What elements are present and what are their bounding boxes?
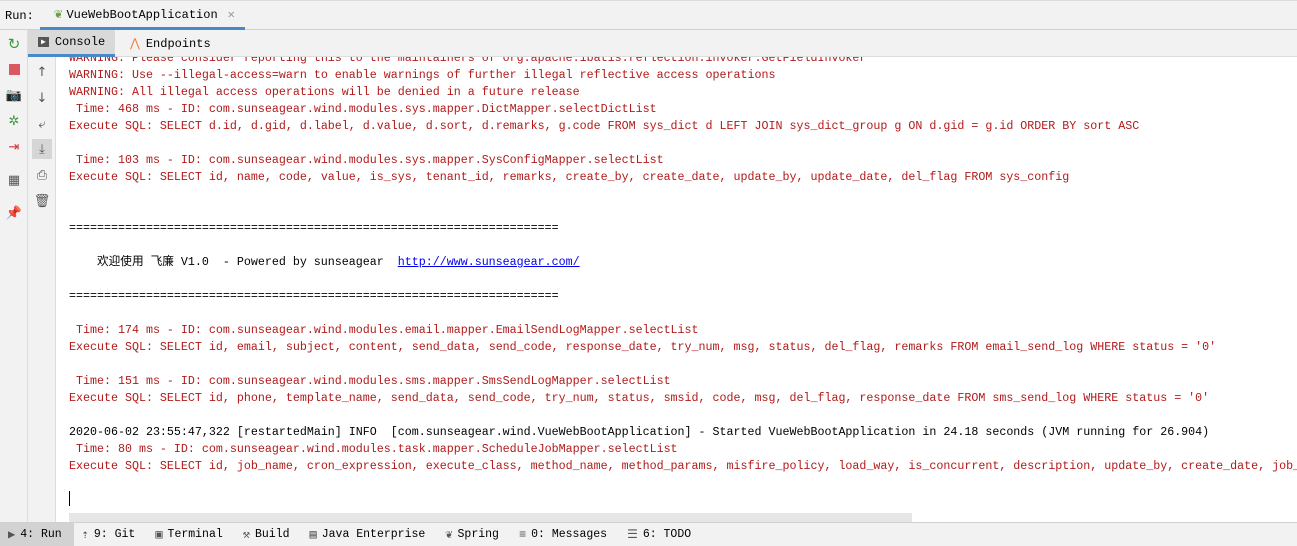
bottom-tab-terminal[interactable]: ▣ Terminal (147, 523, 234, 546)
console-line-text: ========================================… (69, 289, 559, 303)
console-line: Execute SQL: SELECT id, phone, template_… (69, 390, 1209, 407)
console-toolbar: ↑ ↓ ⤶ ⤓ ⎙ 🗑 (28, 57, 56, 522)
bottom-tab-label: 0: Messages (531, 528, 608, 541)
bottom-tab-messages[interactable]: ≡ 0: Messages (511, 523, 619, 546)
console-line-text: Time: 174 ms - ID: com.sunseagear.wind.m… (69, 323, 699, 337)
spring-leaf-icon: ❦ (445, 528, 453, 542)
console-line-text: WARNING: Please consider reporting this … (69, 57, 867, 65)
bottom-tab-spring[interactable]: ❦ Spring (437, 523, 511, 546)
text-cursor (69, 491, 70, 506)
layout-icon[interactable]: ▦ (4, 170, 24, 190)
console-line-text: Execute SQL: SELECT id, name, code, valu… (69, 170, 1070, 184)
exit-icon[interactable]: ⇥ (4, 137, 24, 157)
bottom-tab-todo[interactable]: ☰ 6: TODO (619, 523, 703, 546)
console-output[interactable]: WARNING: Please consider reporting this … (56, 57, 1297, 522)
pin-icon[interactable]: 📌 (4, 203, 24, 223)
bottom-tab-label: 9: Git (93, 528, 136, 541)
bottom-tab-label: 6: TODO (642, 528, 692, 541)
bottom-tab-label: Terminal (167, 528, 223, 541)
console-line-text: Execute SQL: SELECT id, email, subject, … (69, 340, 1217, 354)
console-line-text: WARNING: All illegal access operations w… (69, 85, 580, 99)
console-line: 欢迎使用 飞廉 V1.0 - Powered by sunseagear htt… (69, 254, 580, 271)
console-line: WARNING: All illegal access operations w… (69, 84, 580, 101)
trash-icon[interactable]: 🗑 (32, 191, 52, 211)
console-line: Execute SQL: SELECT d.id, d.gid, d.label… (69, 118, 1139, 135)
hammer-icon: ⚒ (242, 528, 250, 542)
spring-boot-icon: ❦ (54, 7, 63, 23)
todo-icon: ☰ (627, 528, 638, 542)
messages-icon: ≡ (518, 527, 527, 542)
bottom-tab-label: Spring (457, 528, 499, 541)
tab-console-label: Console (54, 35, 106, 49)
tab-console[interactable]: ▶ Console (28, 30, 116, 57)
debug-icon[interactable]: ✲ (4, 111, 24, 131)
console-line-text: Execute SQL: SELECT id, job_name, cron_e… (69, 459, 1297, 473)
down-arrow-icon[interactable]: ↓ (32, 88, 52, 108)
git-icon: ⇡ (81, 528, 89, 542)
up-arrow-icon[interactable]: ↑ (32, 62, 52, 82)
console-link[interactable]: http://www.sunseagear.com/ (398, 255, 580, 269)
console-line-text: WARNING: Use --illegal-access=warn to en… (69, 68, 776, 82)
horizontal-scrollbar[interactable] (69, 513, 912, 522)
scroll-to-end-icon[interactable]: ⤓ (32, 139, 52, 159)
terminal-icon: ▣ (155, 528, 163, 542)
console-line: Time: 103 ms - ID: com.sunseagear.wind.m… (69, 152, 664, 169)
rerun-icon[interactable]: ↻ (4, 34, 24, 54)
console-line-text: 欢迎使用 飞廉 V1.0 - Powered by sunseagear (69, 255, 398, 269)
console-line: WARNING: Please consider reporting this … (69, 57, 866, 67)
bottom-tab-build[interactable]: ⚒ Build (235, 523, 302, 546)
bottom-tab-label: Java Enterprise (321, 528, 426, 541)
soft-wrap-icon[interactable]: ⤶ (32, 114, 52, 134)
console-line-text: Time: 151 ms - ID: com.sunseagear.wind.m… (69, 374, 671, 388)
bottom-tab-java-enterprise[interactable]: ▤ Java Enterprise (302, 523, 438, 546)
console-line-text: ========================================… (69, 221, 559, 235)
console-line: ========================================… (69, 220, 559, 237)
run-tool-header: Run: ❦ VueWebBootApplication ✕ (0, 0, 1297, 30)
endpoints-icon: ⋀ (130, 37, 140, 51)
console-tabs: ▶ Console ⋀ Endpoints (28, 30, 1297, 57)
bottom-tab-label: 4: Run (20, 528, 62, 541)
console-line-text: 2020-06-02 23:55:47,322 [restartedMain] … (69, 425, 1210, 439)
console-line: 2020-06-02 23:55:47,322 [restartedMain] … (69, 424, 1209, 441)
run-toolbar: ↻ 📷 ✲ ⇥ ▦ 📌 (0, 30, 28, 522)
camera-icon[interactable]: 📷 (4, 85, 24, 105)
console-line-text: Execute SQL: SELECT d.id, d.gid, d.label… (69, 119, 1140, 133)
console-line-text: Execute SQL: SELECT id, phone, template_… (69, 391, 1210, 405)
console-line-text: Time: 103 ms - ID: com.sunseagear.wind.m… (69, 153, 664, 167)
console-line: ========================================… (69, 288, 559, 305)
print-icon[interactable]: ⎙ (32, 165, 52, 185)
console-icon: ▶ (38, 37, 49, 47)
console-line: Time: 151 ms - ID: com.sunseagear.wind.m… (69, 373, 671, 390)
console-line: Time: 174 ms - ID: com.sunseagear.wind.m… (69, 322, 699, 339)
console-line: Execute SQL: SELECT id, job_name, cron_e… (69, 458, 1297, 475)
run-icon: ▶ (8, 528, 16, 542)
console-line: WARNING: Use --illegal-access=warn to en… (69, 67, 775, 84)
console-line-text: Time: 468 ms - ID: com.sunseagear.wind.m… (69, 102, 657, 116)
console-line: Execute SQL: SELECT id, email, subject, … (69, 339, 1216, 356)
bottom-tool-bar: ▶ 4: Run ⇡ 9: Git ▣ Terminal ⚒ Build ▤ Java Enter… (0, 522, 1297, 546)
run-config-tab[interactable]: ❦ VueWebBootApplication ✕ (40, 2, 245, 30)
console-line: Time: 468 ms - ID: com.sunseagear.wind.m… (69, 101, 657, 118)
run-tab-label: VueWebBootApplication (66, 7, 218, 22)
close-icon[interactable]: ✕ (228, 7, 235, 22)
bottom-tab-git[interactable]: ⇡ 9: Git (74, 523, 148, 546)
stop-icon[interactable] (4, 59, 24, 79)
console-line-text: Time: 80 ms - ID: com.sunseagear.wind.mo… (69, 442, 678, 456)
console-line: Execute SQL: SELECT id, name, code, valu… (69, 169, 1069, 186)
bottom-tab-run[interactable]: ▶ 4: Run (0, 523, 74, 546)
bottom-tab-label: Build (255, 528, 290, 541)
tab-endpoints-label: Endpoints (145, 36, 211, 51)
java-enterprise-icon: ▤ (309, 528, 317, 542)
tab-endpoints[interactable]: ⋀ Endpoints (120, 30, 221, 57)
console-line: Time: 80 ms - ID: com.sunseagear.wind.mo… (69, 441, 678, 458)
run-label: Run: (5, 9, 34, 23)
